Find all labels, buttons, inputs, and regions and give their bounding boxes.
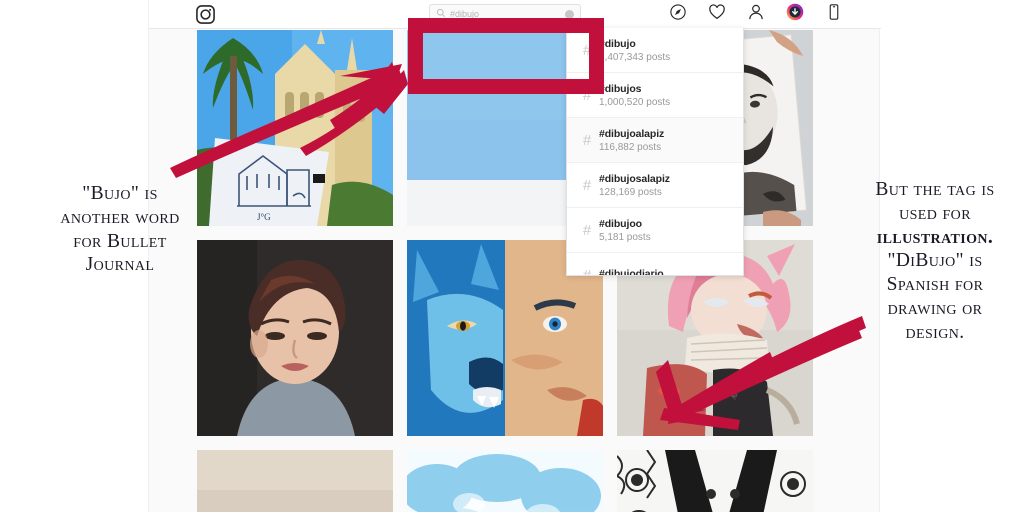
left-caption-line-3: for Bullet (73, 230, 167, 252)
screenshot-root: #dibujo J°G Arcadium # #dibujo 6,407,343… (0, 0, 1024, 512)
post-rainbow-doodle[interactable] (197, 450, 393, 512)
person-icon[interactable] (747, 3, 765, 21)
hashtag-name: #dibujodiario (599, 268, 664, 276)
right-caption-line-1: But the tag is (875, 179, 995, 200)
hashtag-name: #dibujoalapiz (599, 127, 665, 140)
right-caption-line-5: drawing or (887, 297, 983, 319)
post-blackwhite-zentangle[interactable] (617, 450, 813, 512)
right-caption-bold-line: illustration. (876, 226, 994, 248)
hashtag-icon: # (582, 266, 592, 276)
dropdown-item[interactable]: # #dibujosalapiz 128,169 posts (567, 163, 743, 208)
compass-icon[interactable] (669, 3, 687, 21)
right-annotation-caption: But the tag is used for illustration. "D… (846, 178, 1024, 344)
dropdown-item[interactable]: # #dibujodiario (567, 253, 743, 276)
left-caption-line-4: Journal (85, 254, 155, 276)
hashtag-count: 6,407,343 posts (599, 51, 671, 63)
right-caption-line-6: design. (905, 321, 965, 343)
hashtag-name: #dibujos (599, 82, 642, 95)
hashtag-count: 116,882 posts (599, 141, 662, 153)
dropdown-item[interactable]: # #dibujoalapiz 116,882 posts (567, 118, 743, 163)
left-caption-line-1: "Bujo" is (82, 183, 158, 204)
left-annotation-caption: "Bujo" is another word for Bullet Journa… (10, 182, 230, 277)
hashtag-name: #dibujoo (599, 217, 642, 230)
hashtag-icon: # (582, 131, 592, 149)
red-highlight-box (408, 18, 604, 94)
header-nav (669, 3, 843, 21)
dropdown-item[interactable]: # #dibujoo 5,181 posts (567, 208, 743, 253)
hashtag-icon: # (582, 176, 592, 194)
left-caption-line-2: another word (60, 206, 180, 228)
avatar-download-icon[interactable] (786, 3, 804, 21)
right-caption-line-3: "DiBujo" is (887, 250, 983, 272)
instagram-logo-icon[interactable] (195, 4, 216, 25)
post-watercolor-blue[interactable] (407, 450, 603, 512)
right-caption-line-4: Spanish for (886, 274, 984, 296)
svg-text:J°G: J°G (257, 212, 271, 222)
phone-icon[interactable] (825, 3, 843, 21)
hashtag-name: #dibujo (599, 37, 636, 50)
hashtag-name: #dibujosalapiz (599, 172, 670, 185)
hashtag-count: 5,181 posts (599, 231, 651, 243)
hashtag-count: 1,000,520 posts (599, 96, 671, 108)
heart-icon[interactable] (708, 3, 726, 21)
right-caption-line-2: used for (899, 202, 971, 224)
hashtag-count: 128,169 posts (599, 186, 662, 198)
hashtag-icon: # (582, 221, 592, 239)
